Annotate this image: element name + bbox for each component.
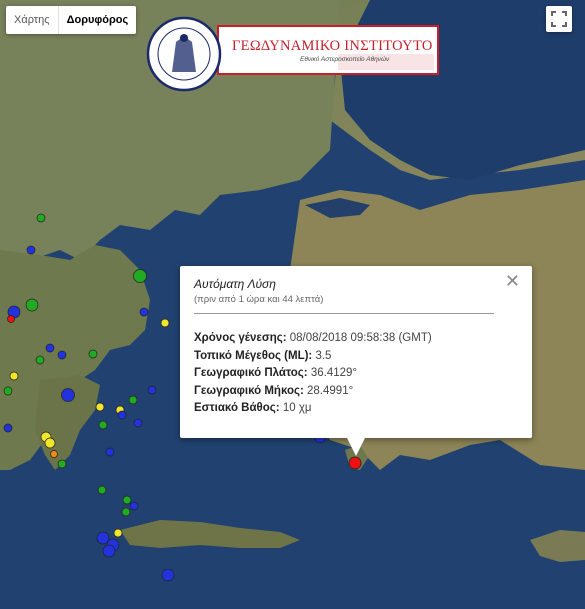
event-details: Χρόνος γένεσης: 08/08/2018 09:58:38 (GMT… [194,330,432,418]
marker [133,418,143,428]
marker [117,410,127,420]
logo-title: ΓΕΩΔΥΝΑΜΙΚΟ ΙΝΣΤΙΤΟΥΤΟ [232,38,433,54]
detail-row-magnitude: Τοπικό Μέγεθος (ML): 3.5 [194,348,432,366]
detail-value: 10 χμ [282,402,312,414]
marker [3,386,13,396]
close-icon[interactable]: ✕ [505,272,520,290]
marker [97,485,107,495]
marker [98,420,108,430]
detail-row-longitude: Γεωγραφικό Μήκος: 28.4991° [194,383,432,401]
marker [57,350,67,360]
detail-value: 3.5 [315,349,332,362]
map-type-map-button[interactable]: Χάρτης [6,6,58,34]
detail-label: Χρόνος γένεσης: [194,332,287,344]
marker [7,315,15,323]
popup-time-ago: (πριν από 1 ώρα και 44 λεπτά) [194,294,324,305]
marker [35,355,45,365]
fullscreen-button[interactable] [546,6,572,32]
detail-value: 36.4129° [310,367,357,379]
detail-label: Γεωγραφικό Πλάτος: [194,367,308,379]
marker [36,213,46,223]
detail-value: 08/08/2018 09:58:38 (GMT) [289,332,432,344]
event-marker-selected [348,456,362,470]
detail-row-depth: Εστιακό Βάθος: 10 χμ [194,400,432,418]
marker [96,531,110,545]
marker [129,501,139,511]
marker [26,245,36,255]
logo-subtitle: Εθνικό Αστεροσκοπείο Αθηνών [300,56,390,63]
fullscreen-icon [551,11,567,27]
marker [50,450,58,458]
marker [61,388,75,402]
marker [133,269,147,283]
marker [139,307,149,317]
marker [105,447,115,457]
marker [57,459,67,469]
marker [161,568,175,582]
map-type-control: Χάρτης Δορυφόρος [6,6,137,34]
marker [102,544,116,558]
marker [160,318,170,328]
marker [121,507,131,517]
divider [194,313,494,314]
detail-label: Εστιακό Βάθος: [194,402,280,414]
marker [147,385,157,395]
marker [3,423,13,433]
marker [128,395,138,405]
detail-row-latitude: Γεωγραφικό Πλάτος: 36.4129° [194,365,432,383]
marker [44,437,56,449]
marker [113,528,123,538]
map-type-satellite-button[interactable]: Δορυφόρος [59,6,137,34]
marker [9,371,19,381]
detail-label: Γεωγραφικό Μήκος: [194,384,304,397]
marker [95,402,105,412]
earthquake-info-popup: ✕ Αυτόματη Λύση (πριν από 1 ώρα και 44 λ… [180,266,532,456]
detail-value: 28.4991° [307,384,354,397]
marker [45,343,55,353]
detail-row-origin-time: Χρόνος γένεσης: 08/08/2018 09:58:38 (GMT… [194,330,432,348]
popup-title: Αυτόματη Λύση [194,277,276,291]
marker [25,298,39,312]
marker [88,349,98,359]
detail-label: Τοπικό Μέγεθος (ML): [194,349,313,362]
marker [122,495,132,505]
